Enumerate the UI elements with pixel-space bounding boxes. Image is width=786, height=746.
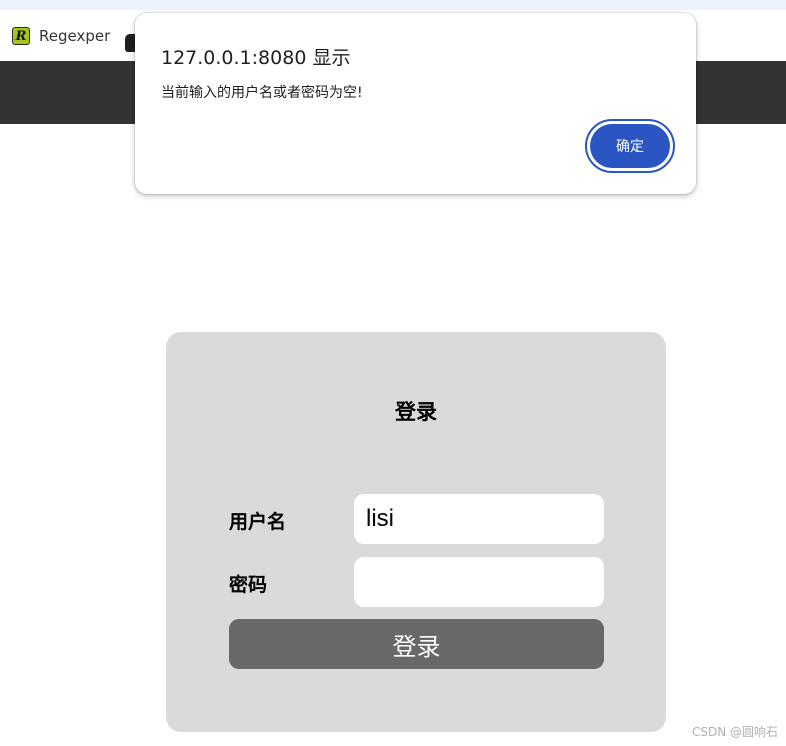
username-label: 用户名 [229, 511, 287, 533]
username-input[interactable]: lisi [354, 494, 604, 544]
dialog-message: 当前输入的用户名或者密码为空! [161, 85, 363, 101]
password-label: 密码 [229, 574, 268, 596]
dialog-title: 127.0.0.1:8080 显示 [161, 47, 351, 69]
bookmark-label: Regexper [39, 27, 111, 45]
dialog-ok-button[interactable]: 确定 [590, 124, 670, 168]
alert-dialog: 127.0.0.1:8080 显示 当前输入的用户名或者密码为空! 确定 [135, 13, 696, 194]
watermark: CSDN @圆响石 [691, 725, 778, 739]
dialog-ok-focus-ring: 确定 [585, 119, 675, 173]
login-card: 登录 用户名 lisi 密码 登录 [166, 332, 666, 732]
login-title: 登录 [395, 400, 437, 424]
bookmark-regexper[interactable]: R Regexper [12, 25, 110, 47]
regexper-favicon-icon: R [12, 27, 30, 45]
password-input[interactable] [354, 557, 604, 607]
login-button[interactable]: 登录 [229, 619, 604, 669]
browser-top-strip [0, 0, 786, 10]
